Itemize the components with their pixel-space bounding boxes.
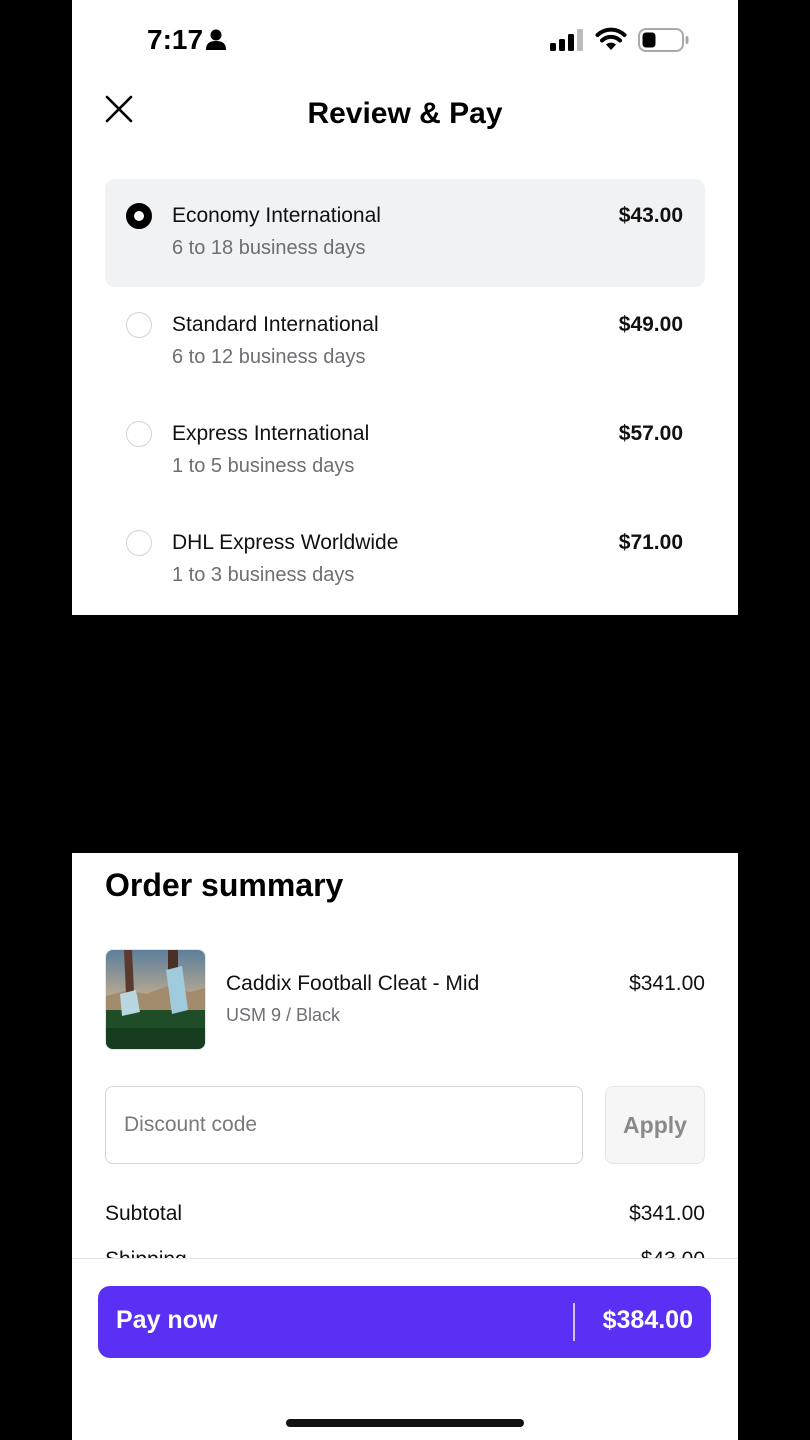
shipping-option-days: 6 to 12 business days (172, 346, 366, 368)
order-summary-title: Order summary (105, 867, 344, 903)
pay-now-label: Pay now (116, 1306, 218, 1334)
status-time: 7:17 (147, 24, 204, 55)
home-indicator (286, 1419, 524, 1427)
subtotal-value: $341.00 (629, 1202, 705, 1225)
shipping-option-name: Express International (172, 422, 370, 445)
pay-now-button[interactable]: Pay now $384.00 (98, 1286, 711, 1358)
shipping-option-days: 1 to 3 business days (172, 564, 355, 586)
shipping-option-name: Economy International (172, 204, 381, 227)
shipping-option-price: $57.00 (618, 422, 683, 445)
order-summary-screen: Order summary Caddix Football Cleat - Mi… (72, 853, 738, 1440)
discount-code-input[interactable] (105, 1086, 583, 1164)
radio-selected[interactable] (126, 203, 152, 229)
product-variant: USM 9 / Black (226, 1005, 341, 1025)
shipping-option-economy[interactable]: Economy International 6 to 18 business d… (105, 179, 705, 287)
page-title: Review & Pay (307, 97, 503, 130)
subtotal-label: Subtotal (105, 1202, 183, 1225)
wifi-icon (595, 27, 627, 50)
checkout-footer: Pay now $384.00 (72, 1258, 738, 1440)
shipping-option-price: $71.00 (618, 531, 683, 554)
person-icon (206, 29, 226, 50)
review-pay-screen: 7:17 Review & Pay Economy International … (72, 0, 738, 615)
shipping-option-name: DHL Express Worldwide (172, 531, 399, 554)
shipping-option-dhl[interactable]: DHL Express Worldwide 1 to 3 business da… (105, 506, 705, 614)
product-thumbnail (105, 949, 206, 1050)
radio-unselected[interactable] (126, 421, 152, 447)
cellular-signal-icon (550, 29, 583, 51)
shipping-option-price: $43.00 (618, 204, 683, 227)
shipping-option-price: $49.00 (618, 313, 683, 336)
shipping-option-express[interactable]: Express International 1 to 5 business da… (105, 397, 705, 505)
pay-divider (573, 1303, 575, 1341)
apply-discount-button[interactable]: Apply (605, 1086, 705, 1164)
shipping-option-days: 1 to 5 business days (172, 455, 355, 477)
radio-unselected[interactable] (126, 530, 152, 556)
shipping-option-days: 6 to 18 business days (172, 237, 366, 259)
battery-icon (638, 28, 689, 52)
product-price: $341.00 (629, 972, 705, 995)
shipping-option-standard[interactable]: Standard International 6 to 12 business … (105, 288, 705, 396)
product-name: Caddix Football Cleat - Mid (226, 972, 480, 995)
pay-total: $384.00 (602, 1306, 693, 1334)
radio-unselected[interactable] (126, 312, 152, 338)
shipping-option-name: Standard International (172, 313, 379, 336)
